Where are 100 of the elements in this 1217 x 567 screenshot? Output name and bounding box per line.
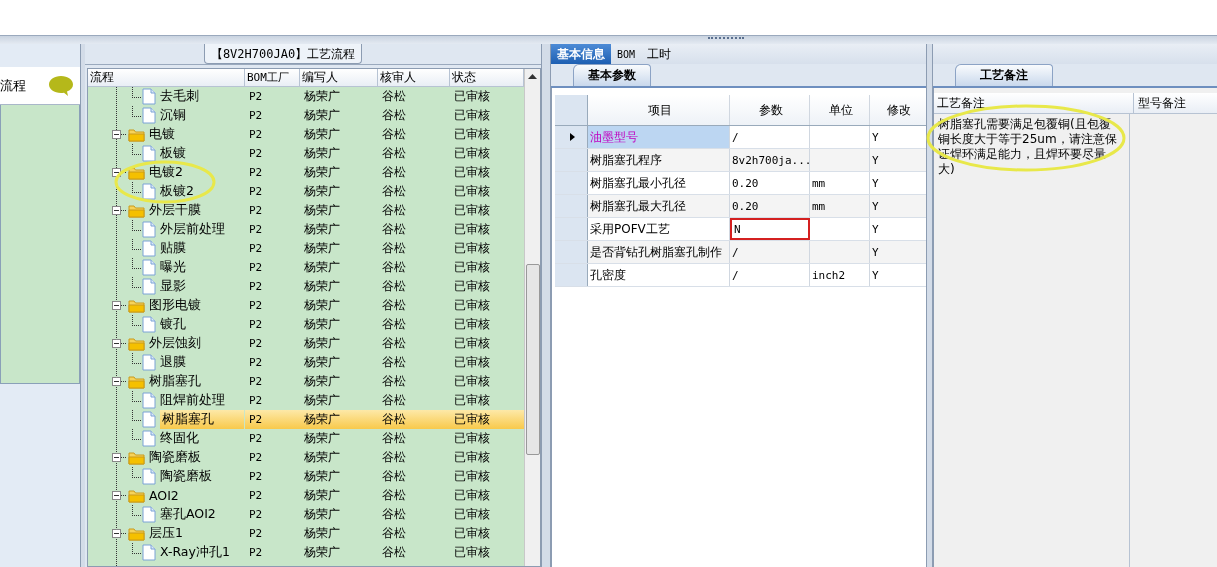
collapse-icon[interactable]	[112, 453, 121, 462]
table-cell-text: 已审核	[453, 145, 491, 162]
table-cell-text: 谷松	[381, 240, 407, 257]
column-header[interactable]: 工艺备注	[934, 93, 1134, 113]
table-cell-text: 已审核	[453, 449, 491, 466]
tree-row[interactable]: 终固化 P2 杨荣广 谷松 已审核	[88, 429, 524, 448]
tree-item-label: 沉铜	[160, 107, 186, 124]
table-cell-text: 杨荣广	[303, 316, 341, 333]
tree-row[interactable]: 沉铜 P2 杨荣广 谷松 已审核	[88, 106, 524, 125]
folder-icon	[128, 488, 145, 503]
tree-item-label: 镀孔	[160, 316, 186, 333]
tree-row[interactable]: 退膜 P2 杨荣广 谷松 已审核	[88, 353, 524, 372]
tree-row[interactable]: 贴膜 P2 杨荣广 谷松 已审核	[88, 239, 524, 258]
table-cell-text: 已审核	[453, 392, 491, 409]
folder-icon	[128, 165, 145, 180]
tree-item-label: 去毛刺	[160, 88, 199, 105]
tree-row[interactable]: 塞孔AOI2 P2 杨荣广 谷松 已审核	[88, 505, 524, 524]
tree-row[interactable]: 图形电镀 P2 杨荣广 谷松 已审核	[88, 296, 524, 315]
scroll-up-icon[interactable]	[528, 74, 537, 79]
collapse-icon[interactable]	[112, 130, 121, 139]
document-icon	[142, 278, 156, 295]
tree-row[interactable]: 外层蚀刻 P2 杨荣广 谷松 已审核	[88, 334, 524, 353]
tree-row[interactable]: 阻焊前处理 P2 杨荣广 谷松 已审核	[88, 391, 524, 410]
tree-row[interactable]: 板镀2 P2 杨荣广 谷松 已审核	[88, 182, 524, 201]
sub-tab[interactable]: 基本参数	[573, 64, 651, 86]
table-cell: 油墨型号	[588, 126, 730, 148]
tree-row[interactable]: 外层干膜 P2 杨荣广 谷松 已审核	[88, 201, 524, 220]
tab[interactable]: 基本信息	[551, 44, 611, 64]
column-header[interactable]: 编写人	[300, 69, 378, 86]
tree-row[interactable]: 外层前处理 P2 杨荣广 谷松 已审核	[88, 220, 524, 239]
splitter-bar[interactable]	[926, 44, 933, 567]
column-header[interactable]: 型号备注	[1134, 93, 1186, 113]
table-cell: Y	[870, 241, 927, 263]
tree-row[interactable]: 镀孔 P2 杨荣广 谷松 已审核	[88, 315, 524, 334]
tree-row[interactable]: 显影 P2 杨荣广 谷松 已审核	[88, 277, 524, 296]
table-cell-text: 杨荣广	[303, 164, 341, 181]
tree-row[interactable]: X-Ray冲孔1 P2 杨荣广 谷松 已审核	[88, 543, 524, 562]
column-header[interactable]: 参数	[730, 95, 810, 125]
table-cell-text: P2	[248, 450, 264, 466]
tree-row[interactable]: 电镀 P2 杨荣广 谷松 已审核	[88, 125, 524, 144]
scroll-thumb[interactable]	[525, 264, 540, 455]
table-cell-text: 已审核	[453, 297, 491, 314]
collapse-icon[interactable]	[112, 168, 121, 177]
tree-row[interactable]: 电镀2 P2 杨荣广 谷松 已审核	[88, 163, 524, 182]
tree-item-label: 显影	[160, 278, 186, 295]
table-cell-text: 谷松	[381, 373, 407, 390]
collapse-icon[interactable]	[112, 529, 121, 538]
table-cell-text: 谷松	[381, 126, 407, 143]
table-cell: /	[730, 241, 810, 263]
tab[interactable]: BOM	[611, 44, 642, 64]
table-cell-text: 已审核	[453, 335, 491, 352]
tree-row[interactable]: 陶瓷磨板 P2 杨荣广 谷松 已审核	[88, 467, 524, 486]
table-cell-text: 谷松	[381, 88, 407, 105]
collapse-icon[interactable]	[112, 339, 121, 348]
collapse-icon[interactable]	[112, 377, 121, 386]
column-header[interactable]: 核审人	[378, 69, 450, 86]
column-header[interactable]: BOM工厂	[245, 69, 300, 86]
collapse-icon[interactable]	[112, 301, 121, 310]
current-row-icon	[569, 133, 575, 141]
scrollbar[interactable]	[524, 69, 540, 566]
table-cell-text: 已审核	[453, 88, 491, 105]
tree-item-label: 外层干膜	[149, 202, 201, 219]
table-cell: /	[730, 264, 810, 286]
table-cell-text: 杨荣广	[303, 278, 341, 295]
document-icon	[142, 183, 156, 200]
table-cell: 孔密度	[588, 264, 730, 286]
tab[interactable]: 【8V2H700JA0】工艺流程	[203, 44, 363, 64]
collapse-icon[interactable]	[112, 491, 121, 500]
table-cell-text: 谷松	[381, 468, 407, 485]
splitter-grip[interactable]	[708, 37, 744, 42]
table-cell-text: 谷松	[381, 392, 407, 409]
collapse-icon[interactable]	[112, 206, 121, 215]
table-cell: 已审核	[450, 410, 524, 429]
tree-item-label: 电镀	[149, 126, 175, 143]
tree-item-label: AOI2	[149, 488, 179, 503]
sub-tab[interactable]: 工艺备注	[955, 64, 1053, 86]
table-cell-text: P2	[248, 279, 264, 295]
table-cell-text: P2	[248, 260, 264, 276]
document-icon	[142, 430, 156, 447]
column-header[interactable]: 项目	[588, 95, 730, 125]
tree-row[interactable]: 去毛刺 P2 杨荣广 谷松 已审核	[88, 87, 524, 106]
tree-row[interactable]: 陶瓷磨板 P2 杨荣广 谷松 已审核	[88, 448, 524, 467]
folder-icon	[128, 526, 145, 541]
tree-item-label: 板镀2	[160, 183, 194, 200]
table-cell-text: 已审核	[453, 202, 491, 219]
tree-row[interactable]: 树脂塞孔 P2 杨荣广 谷松 已审核	[88, 410, 524, 429]
tab[interactable]: 工时	[641, 44, 678, 64]
row-header[interactable]	[555, 126, 588, 148]
column-header[interactable]: 流程	[88, 69, 245, 86]
table-cell-text: 已审核	[453, 525, 491, 542]
tree-row[interactable]: 树脂塞孔 P2 杨荣广 谷松 已审核	[88, 372, 524, 391]
table-cell-text: 谷松	[381, 259, 407, 276]
table-cell-text: P2	[248, 355, 264, 371]
tree-row[interactable]: 曝光 P2 杨荣广 谷松 已审核	[88, 258, 524, 277]
tree-row[interactable]: AOI2 P2 杨荣广 谷松 已审核	[88, 486, 524, 505]
tree-row[interactable]: 板镀 P2 杨荣广 谷松 已审核	[88, 144, 524, 163]
column-header[interactable]: 单位	[810, 95, 870, 125]
table-cell-text: 谷松	[381, 544, 407, 561]
tree-row[interactable]: 层压1 P2 杨荣广 谷松 已审核	[88, 524, 524, 543]
table-cell-text: P2	[248, 374, 264, 390]
